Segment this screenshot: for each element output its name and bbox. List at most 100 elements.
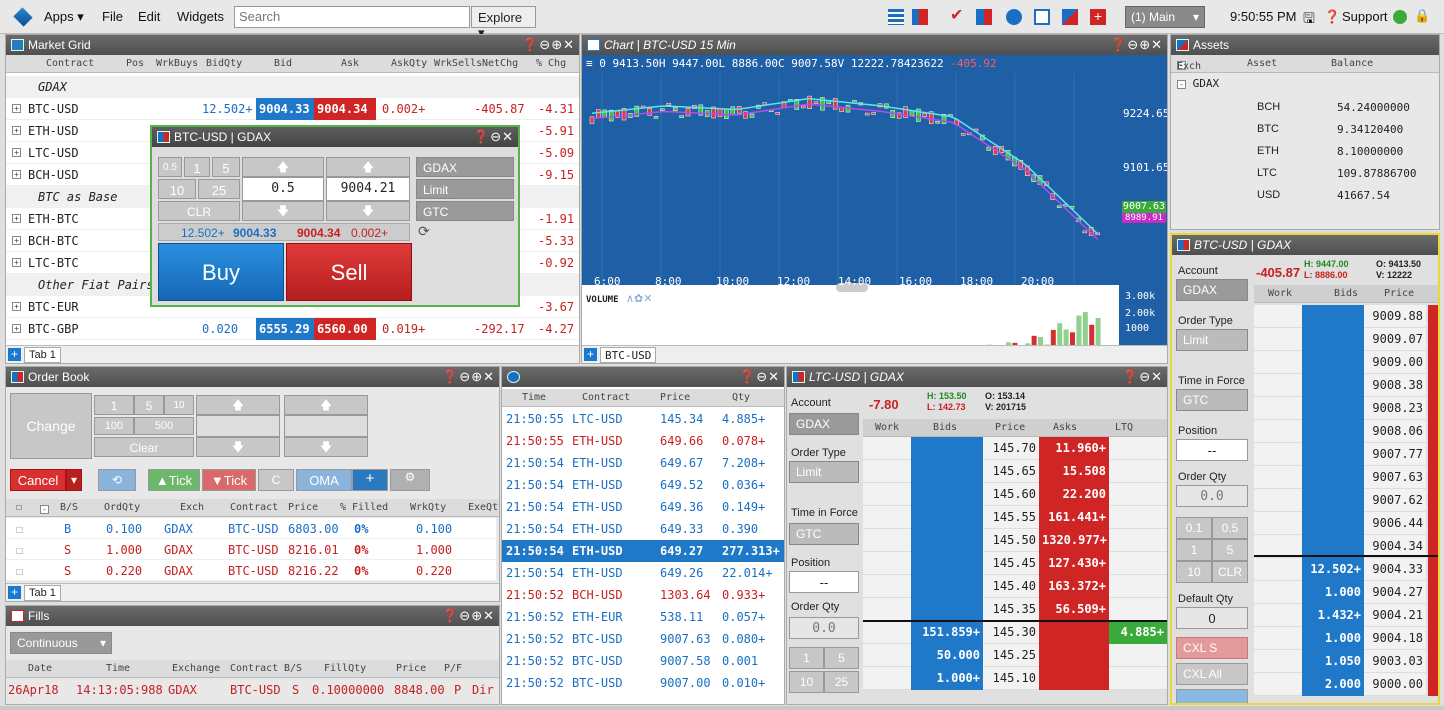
col-wrkqty[interactable]: WrkQty — [410, 502, 446, 513]
bid-cell[interactable] — [1302, 443, 1364, 466]
bid-cell[interactable] — [1302, 374, 1364, 397]
col-price[interactable]: Price — [288, 502, 318, 513]
workspace-select[interactable]: (1) Main ▾ — [1125, 6, 1205, 28]
bid-cell[interactable]: 1.050 — [1302, 650, 1364, 673]
qty-preset-button[interactable]: 10 — [1176, 561, 1212, 583]
work-cell[interactable] — [1254, 374, 1302, 397]
cancel-button[interactable]: Cancel — [10, 469, 66, 491]
qty-preset-button[interactable]: CLR — [1212, 561, 1248, 583]
order-qty-input[interactable]: 0.0 — [1176, 485, 1248, 507]
work-cell[interactable] — [1254, 512, 1302, 535]
fill-row[interactable]: 26Apr18 14:13:05:988 GDAX BTC-USD S 0.10… — [6, 679, 499, 701]
col-wrkbuys[interactable]: WrkBuys — [156, 58, 198, 69]
bid-cell[interactable] — [1302, 397, 1364, 420]
preset-5-button[interactable]: 5 — [134, 395, 164, 415]
ask-strip[interactable] — [1428, 489, 1438, 512]
col-contract[interactable]: Contract — [230, 502, 278, 513]
row-checkbox[interactable]: ☐ — [16, 543, 23, 557]
expand-icon[interactable]: + — [12, 214, 21, 223]
qty-input[interactable] — [284, 415, 368, 437]
expand-icon[interactable]: + — [12, 170, 21, 179]
price-cell[interactable]: 145.65 — [983, 460, 1039, 483]
preset-0.5-button[interactable]: 0.5 — [158, 157, 182, 177]
order-row[interactable]: ☐ S 0.220 GDAX BTC-USD 8216.22 0% 0.220 — [6, 560, 496, 581]
work-cell[interactable] — [863, 483, 911, 506]
col-price[interactable]: Price — [396, 663, 426, 674]
preset-10-button[interactable]: 10 — [158, 179, 196, 199]
asset-row[interactable]: LTC 109.87886700 — [1171, 163, 1439, 185]
ask-strip[interactable] — [1428, 650, 1438, 673]
price-cell[interactable]: 9006.44 — [1364, 512, 1426, 535]
qty-preset-button[interactable]: 5 — [824, 647, 859, 669]
table-row[interactable]: + BTC-GBP 0.020 6555.29 6560.00 0.019+ -292.17… — [6, 318, 579, 340]
bid-cell[interactable]: 151.859+ — [911, 621, 983, 644]
col-pf[interactable]: P/F — [444, 663, 462, 674]
volume-controls-icon[interactable]: ∧✿✕ — [626, 292, 653, 305]
fills-titlebar[interactable]: Fills ❓⊖⊕✕ — [6, 606, 499, 626]
price-cell[interactable]: 9008.06 — [1364, 420, 1426, 443]
bid-cell[interactable] — [911, 529, 983, 552]
grid-widget-icon[interactable] — [888, 9, 904, 25]
work-cell[interactable] — [863, 460, 911, 483]
expand-icon[interactable]: + — [12, 104, 21, 113]
bid-cell[interactable] — [911, 460, 983, 483]
tas-row[interactable]: 21:50:54 ETH-USD 649.36 0.149+ — [502, 496, 784, 518]
bid-cell[interactable] — [1302, 420, 1364, 443]
qty-preset-button[interactable]: 10 — [789, 671, 824, 693]
ask-cell[interactable] — [1039, 667, 1109, 690]
work-cell[interactable] — [1254, 328, 1302, 351]
support-link[interactable]: Support — [1342, 9, 1388, 24]
ask-strip[interactable] — [1428, 328, 1438, 351]
work-cell[interactable] — [1254, 650, 1302, 673]
ask-strip[interactable] — [1428, 581, 1438, 604]
order-type-select[interactable]: Limit — [416, 179, 514, 199]
ask-strip[interactable] — [1428, 558, 1438, 581]
bid-cell[interactable]: 6555.29 — [256, 318, 314, 340]
price-input[interactable]: 9004.21 — [326, 177, 410, 201]
preset-1-button[interactable]: 1 — [184, 157, 210, 177]
panel-controls[interactable]: ❓⊖⊕✕ — [1110, 37, 1163, 53]
qty-preset-button[interactable]: 0.5 — [1212, 517, 1248, 539]
tas-row[interactable]: 21:50:54 ETH-USD 649.33 0.390 — [502, 518, 784, 540]
fills-widget-icon[interactable]: ✔ — [950, 8, 966, 25]
add-tab-icon[interactable]: + — [584, 348, 597, 361]
tab-1[interactable]: Tab 1 — [24, 347, 61, 363]
ask-cell[interactable]: 6560.00 — [314, 318, 376, 340]
ladder-exchange-select[interactable]: GDAX — [1176, 279, 1248, 301]
search-input[interactable]: Search — [234, 6, 470, 28]
price-cell[interactable]: 9009.88 — [1364, 305, 1426, 328]
bid-cell[interactable]: 9004.33 — [256, 98, 314, 120]
qty-up-arrow-icon[interactable]: 🡅 — [284, 395, 368, 415]
tools-icon[interactable]: ⚙ — [390, 469, 430, 491]
col-pos[interactable]: Pos — [126, 58, 144, 69]
work-cell[interactable] — [863, 575, 911, 598]
col-bidqty[interactable]: BidQty — [206, 58, 242, 69]
col-price[interactable]: Price — [660, 392, 690, 403]
work-cell[interactable] — [1254, 466, 1302, 489]
tas-row[interactable]: 21:50:54 ETH-USD 649.52 0.036+ — [502, 474, 784, 496]
price-cell[interactable]: 145.40 — [983, 575, 1039, 598]
price-cell[interactable]: 145.45 — [983, 552, 1039, 575]
bid-cell[interactable]: 50.000 — [911, 644, 983, 667]
qty-down-arrow-icon[interactable]: 🡇 — [242, 201, 324, 221]
assets-widget-icon[interactable] — [1062, 9, 1078, 25]
replace-icon[interactable]: C — [258, 469, 294, 491]
bid-cell[interactable] — [1302, 305, 1364, 328]
expand-icon[interactable]: + — [12, 324, 21, 333]
bid-cell[interactable]: 1.000 — [1302, 581, 1364, 604]
default-qty-input[interactable]: 0 — [1176, 607, 1248, 629]
ask-cell[interactable]: 163.372+ — [1039, 575, 1109, 598]
price-down-arrow-icon[interactable]: 🡇 — [326, 201, 410, 221]
tas-row[interactable]: 21:50:55 LTC-USD 145.34 4.885+ — [502, 408, 784, 430]
widgets-menu[interactable]: Widgets — [177, 9, 224, 24]
price-cell[interactable]: 9008.38 — [1364, 374, 1426, 397]
price-up-arrow-icon[interactable]: 🡅 — [326, 157, 410, 177]
price-cell[interactable]: 145.25 — [983, 644, 1039, 667]
ask-cell[interactable]: 22.200 — [1039, 483, 1109, 506]
price-input[interactable] — [196, 415, 280, 437]
work-cell[interactable] — [863, 621, 911, 644]
work-cell[interactable] — [1254, 489, 1302, 512]
tas-row[interactable]: 21:50:54 ETH-USD 649.26 22.014+ — [502, 562, 784, 584]
ask-strip[interactable] — [1428, 512, 1438, 535]
tas-row[interactable]: 21:50:52 BCH-USD 1303.64 0.933+ — [502, 584, 784, 606]
